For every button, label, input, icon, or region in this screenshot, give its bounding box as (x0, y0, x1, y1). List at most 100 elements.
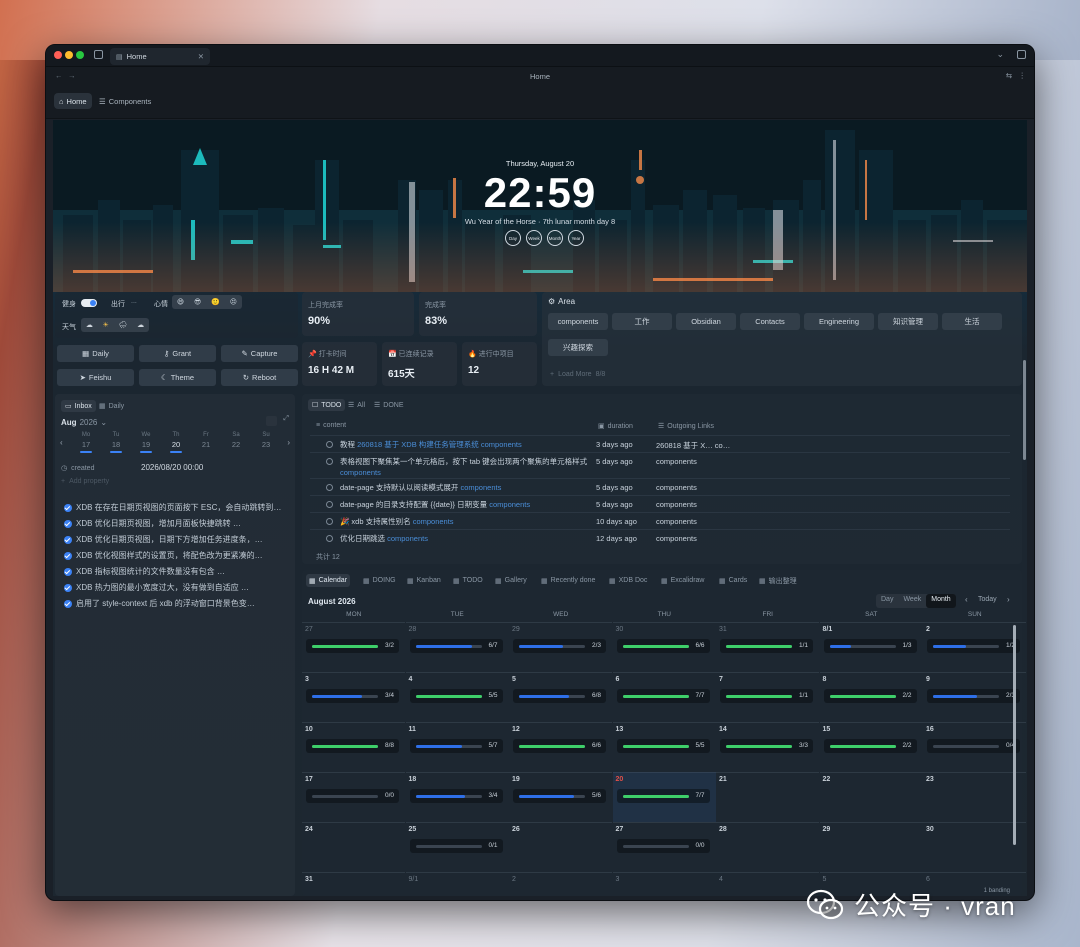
calendar-day-cell[interactable]: 4 5/5 (405, 672, 509, 722)
week-day[interactable]: Mo 17 (71, 432, 101, 453)
view-tab[interactable]: ▦ Gallery (492, 574, 530, 587)
calendar-day-cell[interactable]: 25 0/1 (405, 822, 509, 872)
calendar-day-cell[interactable]: 5 6/8 (509, 672, 612, 722)
sidebar-toggle-icon[interactable] (94, 50, 103, 59)
calendar-day-cell[interactable]: 29 (819, 822, 923, 872)
mood-smile-icon[interactable]: 🙂 (211, 298, 220, 306)
area-chip[interactable]: components (548, 313, 608, 330)
checked-icon[interactable] (64, 567, 72, 576)
calendar-day-cell[interactable]: 16 0/4 (923, 722, 1026, 772)
maximize-window-icon[interactable] (76, 51, 84, 59)
calendar-day-cell[interactable]: 9/1 (405, 872, 509, 896)
calendar-day-cell[interactable]: 7 1/1 (716, 672, 819, 722)
calendar-day-cell[interactable]: 17 0/0 (302, 772, 405, 822)
scrollbar[interactable] (1013, 625, 1016, 845)
checked-icon[interactable] (64, 599, 72, 608)
load-more-button[interactable]: + Load More 8/8 (550, 371, 605, 378)
week-day[interactable]: Th 20 (161, 432, 191, 453)
right-sidebar-toggle-icon[interactable] (1017, 50, 1026, 59)
view-tab[interactable]: ▦ XDB Doc (606, 574, 650, 587)
week-day[interactable]: Tu 18 (101, 432, 131, 453)
calendar-day-cell[interactable]: 31 (302, 872, 405, 896)
today-button[interactable]: Today (978, 596, 997, 603)
inbox-task[interactable]: XDB 优化日期页视图，增加月面板快捷跳转 … (64, 518, 241, 529)
calendar-day-cell[interactable]: 24 (302, 822, 405, 872)
calendar-day-cell[interactable]: 3 (612, 872, 716, 896)
calendar-day-cell[interactable]: 28 6/7 (405, 622, 509, 672)
checked-icon[interactable] (64, 503, 72, 512)
calendar-day-cell[interactable]: 29 2/3 (509, 622, 612, 672)
calendar-day-cell[interactable]: 27 3/2 (302, 622, 405, 672)
ribbon-tab-home[interactable]: ⌂ Home (54, 93, 92, 109)
inbox-task[interactable]: XDB 优化日期页视图，日期下方增加任务进度条，… (64, 534, 263, 545)
daily-tab[interactable]: ▦ Daily (99, 402, 124, 411)
daily-button[interactable]: ▦ Daily (57, 345, 134, 362)
todo-content[interactable]: 🎉 xdb 支持属性别名 components (340, 516, 590, 527)
todo-content[interactable]: 教程 260818 基于 XDB 构建任务管理系统 components (340, 439, 590, 450)
cloudy-icon[interactable]: ☁ (86, 321, 93, 329)
calendar-day-cell[interactable]: 11 5/7 (405, 722, 509, 772)
month-picker[interactable]: Aug 2026 ⌄ (61, 418, 107, 427)
todo-content[interactable]: date-page 的目录支持配置 {{date}} 日期变量 componen… (340, 499, 590, 510)
rain-icon[interactable]: 🌧 (119, 321, 128, 329)
calendar-day-cell[interactable]: 13 5/5 (612, 722, 716, 772)
day-mode-button[interactable]: Day (876, 594, 898, 608)
calendar-day-cell[interactable]: 6 7/7 (612, 672, 716, 722)
calendar-day-cell[interactable]: 2 (509, 872, 612, 896)
calendar-day-cell[interactable]: 23 (923, 772, 1026, 822)
calendar-day-cell[interactable]: 26 (509, 822, 612, 872)
calendar-day-cell[interactable]: 20 7/7 (612, 772, 716, 822)
sync-icon[interactable]: ⇆ (1006, 71, 1012, 80)
todo-content[interactable]: 表格视图下聚焦某一个单元格后，按下 tab 键会出现两个聚焦的单元格样式 com… (340, 456, 590, 478)
todo-checkbox[interactable] (326, 518, 333, 525)
prev-month-icon[interactable]: ‹ (965, 595, 968, 604)
table-row[interactable]: 🎉 xdb 支持属性别名 components 10 days ago compon… (310, 512, 1010, 529)
table-row[interactable]: date-page 的目录支持配置 {{date}} 日期变量 componen… (310, 495, 1010, 512)
todo-outgoing-link[interactable]: components (656, 500, 697, 509)
area-chip[interactable]: 知识管理 (878, 313, 938, 330)
expand-icon[interactable]: ⤢ (283, 415, 289, 423)
area-chip[interactable]: Engineering (804, 313, 874, 330)
todo-content[interactable]: 优化日期跳选 components (340, 533, 590, 544)
todo-checkbox[interactable] (326, 458, 333, 465)
calendar-day-cell[interactable]: 27 0/0 (612, 822, 716, 872)
view-tab[interactable]: ▦ DOING (360, 574, 399, 587)
calendar-day-cell[interactable]: 9 2/3 (923, 672, 1026, 722)
table-row[interactable]: 优化日期跳选 components 12 days ago components (310, 529, 1010, 546)
tab-home[interactable]: ▤ Home ✕ (110, 48, 210, 65)
calendar-day-cell[interactable]: 8/1 1/3 (819, 622, 923, 672)
calendar-day-cell[interactable]: 14 3/3 (716, 722, 819, 772)
close-window-icon[interactable] (54, 51, 62, 59)
outing-value[interactable]: ... (131, 298, 137, 305)
todo-checkbox[interactable] (326, 441, 333, 448)
checked-icon[interactable] (64, 551, 72, 560)
sunny-icon[interactable]: ☀ (103, 321, 109, 329)
area-chip[interactable]: Obsidian (676, 313, 736, 330)
overcast-icon[interactable]: ☁ (137, 321, 144, 329)
view-tab[interactable]: ▦ Cards (716, 574, 750, 587)
calendar-day-cell[interactable]: 12 6/6 (509, 722, 612, 772)
chevron-down-icon[interactable]: ⌄ (996, 49, 1004, 60)
mood-sad-icon[interactable]: 😣 (230, 298, 237, 306)
mood-cool-icon[interactable]: 😎 (194, 298, 201, 306)
table-row[interactable]: 表格视图下聚焦某一个单元格后，按下 tab 键会出现两个聚焦的单元格样式 com… (310, 452, 1010, 478)
todo-outgoing-link[interactable]: components (656, 457, 697, 466)
month-mode-button[interactable]: Month (926, 594, 956, 608)
calendar-day-cell[interactable]: 19 5/6 (509, 772, 612, 822)
next-week-icon[interactable]: › (287, 438, 290, 447)
calendar-day-cell[interactable]: 4 (716, 872, 819, 896)
area-chip[interactable]: 生活 (942, 313, 1002, 330)
todo-outgoing-link[interactable]: components (656, 517, 697, 526)
calendar-day-cell[interactable]: 21 (716, 772, 819, 822)
inbox-task[interactable]: XDB 指标视图统计的文件数量没有包含 … (64, 566, 225, 577)
fitness-toggle[interactable] (81, 299, 97, 307)
todo-outgoing-link[interactable]: components (656, 483, 697, 492)
done-tab[interactable]: ☰ DONE (374, 401, 404, 410)
calendar-day-cell[interactable]: 30 (923, 822, 1026, 872)
inbox-task[interactable]: 启用了 style-context 后 xdb 的浮动窗口背景色变… (64, 598, 255, 609)
view-tab[interactable]: ▦ Calendar (306, 574, 351, 587)
mood-happy-icon[interactable]: 😄 (177, 298, 184, 306)
area-chip[interactable]: 工作 (612, 313, 672, 330)
calendar-day-cell[interactable]: 10 8/8 (302, 722, 405, 772)
todo-content[interactable]: date-page 支持默认以阅读模式展开 components (340, 482, 590, 493)
